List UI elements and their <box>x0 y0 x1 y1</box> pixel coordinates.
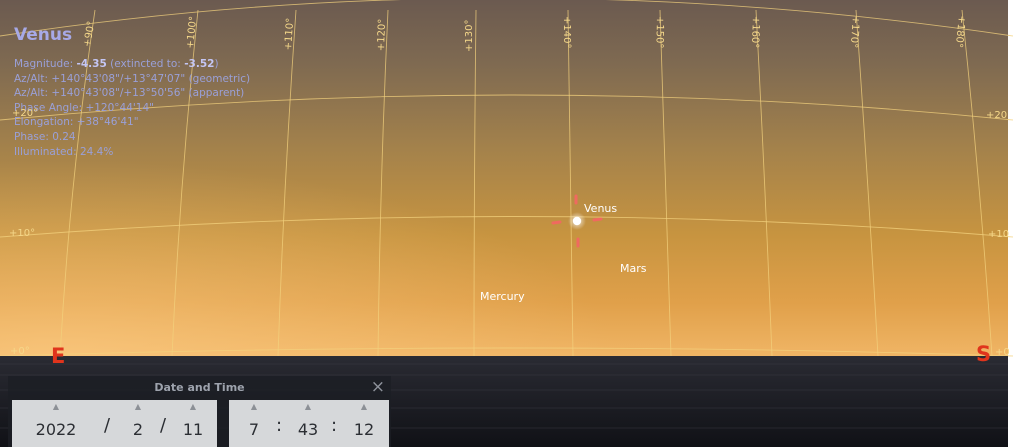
altitude-label-0-right: +0 <box>995 347 1010 358</box>
date-separator-2: / <box>160 415 167 436</box>
year-value[interactable]: 2022 <box>16 420 96 440</box>
dark-edge <box>1008 0 1013 447</box>
object-name: Venus <box>14 25 73 45</box>
phase: Phase: 0.24 <box>14 130 76 143</box>
altitude-label-0-left: +0° <box>10 346 30 357</box>
azimuth-label-140: +140° <box>561 16 572 49</box>
cardinal-south: S <box>976 342 992 366</box>
venus-label[interactable]: Venus <box>584 202 617 215</box>
second-up-arrow-icon[interactable]: ▲ <box>347 402 381 411</box>
minute-value[interactable]: 43 <box>291 420 325 440</box>
azalt-geometric: Az/Alt: +140°43'08"/+13°47'07" (geometri… <box>14 72 251 85</box>
azimuth-label-120: +120° <box>376 18 389 52</box>
magnitude-label: Magnitude: <box>14 58 74 70</box>
azimuth-label-160: +160° <box>748 15 761 49</box>
altitude-label-10-left: +10° <box>9 228 36 239</box>
phase-angle: Phase Angle: +120°44'14" <box>14 101 154 114</box>
mars-label[interactable]: Mars <box>620 262 647 275</box>
date-fields: ▲ 2022 / ▲ 2 / ▲ 11 <box>12 400 217 447</box>
date-separator-1: / <box>104 415 111 436</box>
azimuth-label-150: +150° <box>653 15 665 49</box>
month-up-arrow-icon[interactable]: ▲ <box>120 402 156 411</box>
hour-up-arrow-icon[interactable]: ▲ <box>239 402 269 411</box>
time-fields: ▲ 7 : ▲ 43 : ▲ 12 <box>229 400 389 447</box>
month-value[interactable]: 2 <box>120 420 156 440</box>
time-separator-1: : <box>276 415 283 436</box>
azalt-apparent: Az/Alt: +140°43'08"/+13°50'56" (apparent… <box>14 87 245 100</box>
date-time-window[interactable]: Date and Time × ▲ 2022 / ▲ 2 / ▲ 11 ▲ 7 … <box>8 376 391 447</box>
elongation: Elongation: +38°46'41" <box>14 116 139 129</box>
hour-spinner[interactable]: ▲ 7 <box>239 400 269 447</box>
object-info-panel: Venus Magnitude: -4.35 (extincted to: -3… <box>14 24 250 159</box>
extincted-label: (extincted to: <box>110 58 181 70</box>
azimuth-label-110: +110° <box>283 17 297 51</box>
venus-dot[interactable] <box>572 216 582 226</box>
minute-spinner[interactable]: ▲ 43 <box>291 400 325 447</box>
magnitude-row: Magnitude: -4.35 (extincted to: -3.52) <box>14 57 250 72</box>
day-value[interactable]: 11 <box>174 420 212 440</box>
month-spinner[interactable]: ▲ 2 <box>120 400 156 447</box>
second-value[interactable]: 12 <box>347 420 381 440</box>
second-spinner[interactable]: ▲ 12 <box>347 400 381 447</box>
altitude-label-20-right: +20 <box>986 110 1008 121</box>
mercury-label[interactable]: Mercury <box>480 290 525 303</box>
azimuth-label-170: +170° <box>847 15 861 49</box>
illuminated: Illuminated: 24.4% <box>14 145 114 158</box>
cardinal-east: E <box>51 344 66 368</box>
minute-up-arrow-icon[interactable]: ▲ <box>291 402 325 411</box>
date-time-title: Date and Time <box>154 381 245 394</box>
extincted-close: ) <box>214 58 219 70</box>
altitude-label-10-right: +10 <box>988 229 1010 240</box>
day-up-arrow-icon[interactable]: ▲ <box>174 402 212 411</box>
hour-value[interactable]: 7 <box>239 420 269 440</box>
altitude-label-20-left: +20° <box>12 108 39 119</box>
year-spinner[interactable]: ▲ 2022 <box>16 400 96 447</box>
azimuth-label-130: +130° <box>464 19 475 52</box>
time-separator-2: : <box>331 415 338 436</box>
day-spinner[interactable]: ▲ 11 <box>174 400 212 447</box>
extincted-value: -3.52 <box>184 58 215 70</box>
close-icon[interactable]: × <box>371 377 385 397</box>
year-up-arrow-icon[interactable]: ▲ <box>16 402 96 411</box>
magnitude-value: -4.35 <box>76 58 107 70</box>
